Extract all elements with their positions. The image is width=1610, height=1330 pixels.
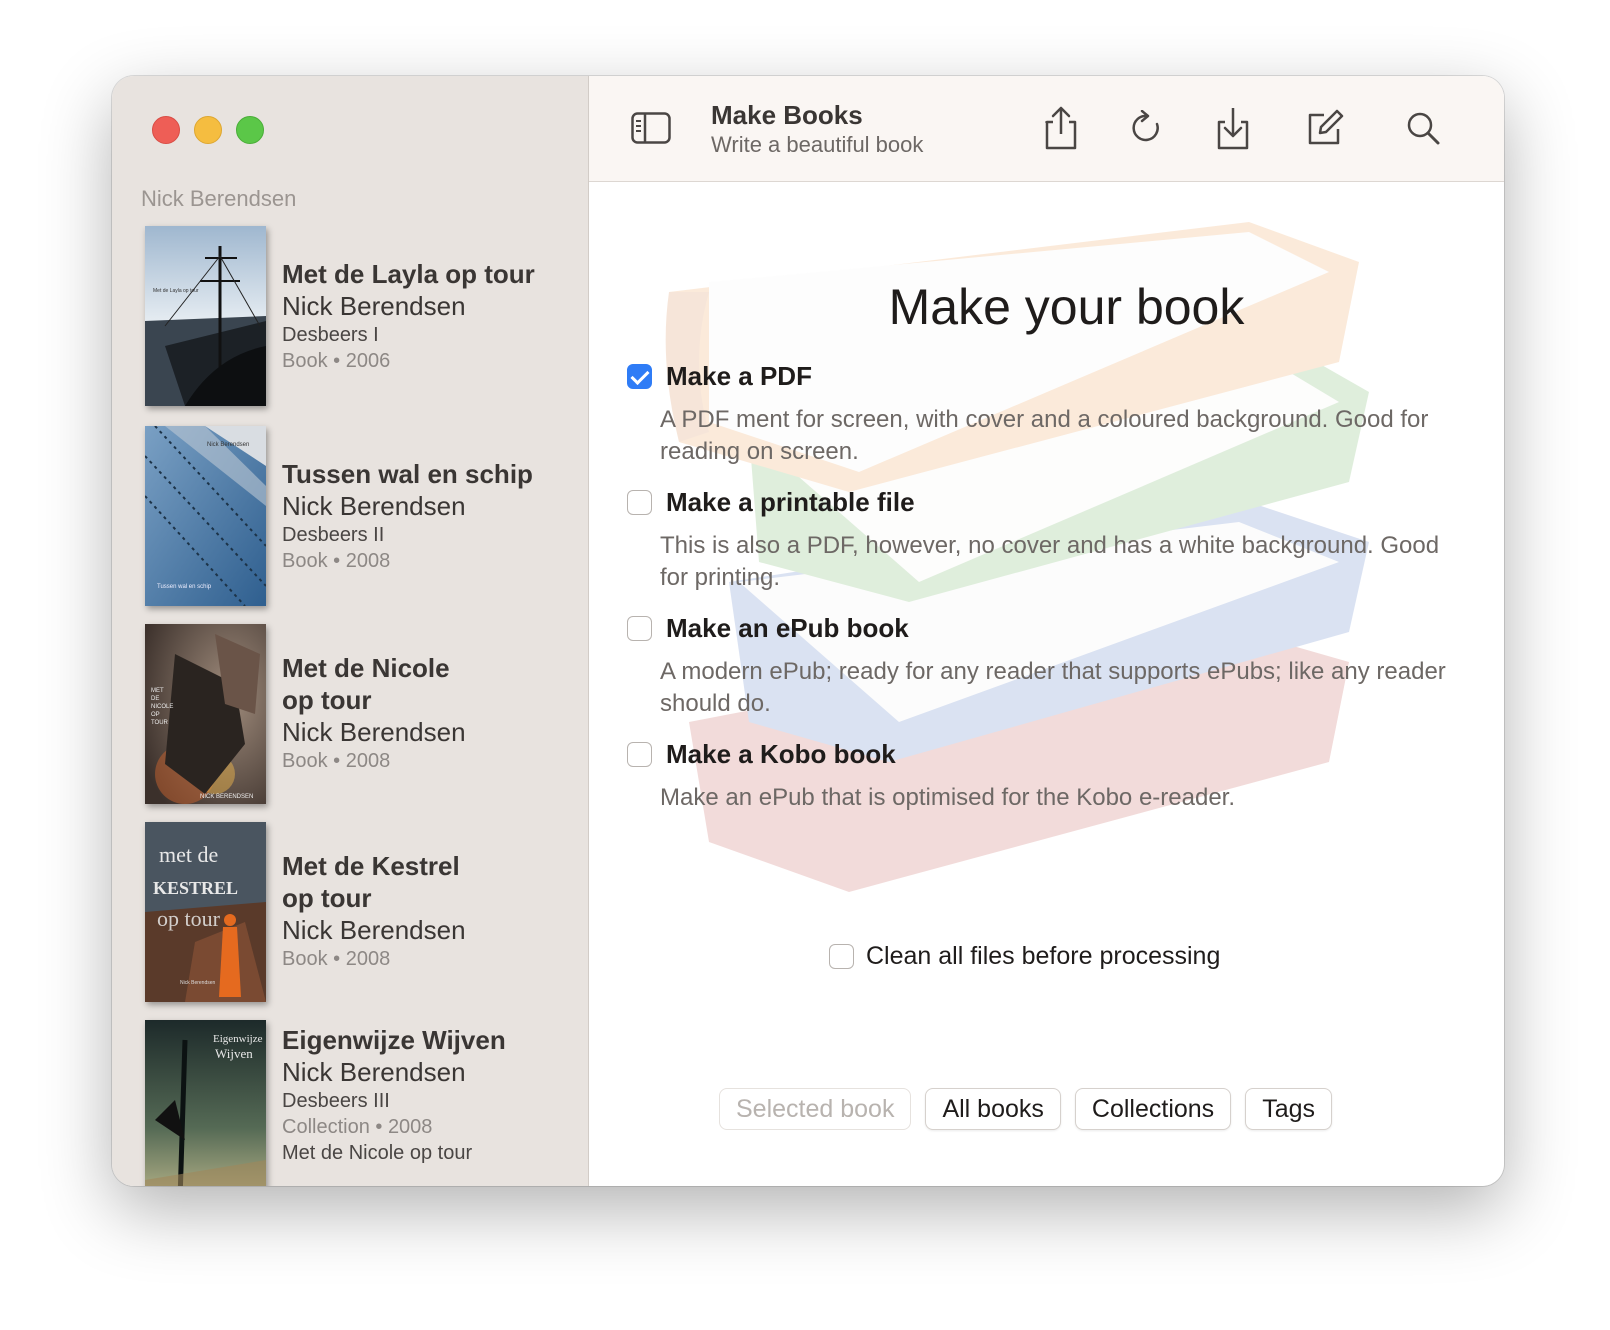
page-heading: Make your book [888, 279, 1245, 335]
book-title-line2: op tour [282, 685, 372, 715]
option-description: This is also a PDF, however, no cover an… [660, 532, 1440, 591]
segment-all-books[interactable]: All books [925, 1088, 1061, 1130]
segment-tags[interactable]: Tags [1245, 1088, 1332, 1130]
book-info: Eigenwijze Wijven Nick Berendsen Desbeer… [282, 1024, 506, 1166]
clean-files-label: Clean all files before processing [866, 942, 1221, 970]
book-item-kestrel[interactable]: met de KESTREL op tour Nick Berendsen Me… [145, 822, 585, 1002]
minimize-window-button[interactable] [194, 116, 222, 144]
cover-line: NICOLE [151, 704, 173, 710]
cover-line: op tour [157, 906, 221, 931]
book-info: Tussen wal en schip Nick Berendsen Desbe… [282, 458, 533, 574]
cover-line: KESTREL [153, 878, 238, 898]
sidebar-section-label: Nick Berendsen [141, 186, 297, 211]
cover-line: met de [159, 842, 218, 867]
sidebar: Nick Berendsen Met de Layla op tour Met … [112, 76, 589, 1186]
book-series: Desbeers III [282, 1090, 390, 1112]
app-subtitle: Write a beautiful book [711, 132, 924, 157]
book-cover: met de KESTREL op tour Nick Berendsen [145, 822, 266, 1002]
option-label: Make a PDF [666, 361, 812, 391]
book-title: Tussen wal en schip [282, 459, 533, 489]
close-window-button[interactable] [152, 116, 180, 144]
toolbar: Make Books Write a beautiful book [589, 76, 1504, 182]
book-item-eigenwijze[interactable]: Eigenwijze Wijven Eigenwijze Wijven Nick… [145, 1020, 585, 1186]
share-icon[interactable] [1039, 106, 1083, 150]
content-area: Make your book Make a PDF A PDF ment for… [589, 182, 1504, 1186]
sidebar-toggle-icon[interactable] [629, 106, 673, 150]
book-author: Nick Berendsen [282, 717, 466, 747]
book-cover: Nick Berendsen Tussen wal en schip [145, 426, 266, 606]
clean-files-checkbox[interactable] [829, 944, 854, 969]
compose-icon[interactable] [1303, 106, 1347, 150]
book-cover: MET DE NICOLE OP TOUR NICK BERENDSEN [145, 624, 266, 804]
scope-segmented-control: Selected book All books Collections Tags [719, 1088, 1332, 1130]
main-pane: Make Books Write a beautiful book Make y… [589, 76, 1504, 1186]
download-icon[interactable] [1211, 106, 1255, 150]
segment-collections[interactable]: Collections [1074, 1088, 1232, 1130]
book-extra: Met de Nicole op tour [282, 1142, 473, 1164]
book-meta: Book • 2008 [282, 750, 391, 772]
book-item-layla[interactable]: Met de Layla op tour Met de Layla op tou… [145, 226, 585, 406]
book-title-line2: op tour [282, 883, 372, 913]
search-icon[interactable] [1401, 106, 1445, 150]
book-meta: Book • 2006 [282, 350, 391, 372]
book-author: Nick Berendsen [282, 291, 466, 321]
book-meta: Collection • 2008 [282, 1116, 433, 1138]
book-meta: Book • 2008 [282, 550, 391, 572]
book-series: Desbeers II [282, 524, 385, 546]
window-controls [152, 116, 264, 144]
cover-author: Nick Berendsen [180, 980, 216, 986]
app-title: Make Books [711, 100, 863, 130]
book-info: Met de Kestrel op tour Nick Berendsen Bo… [282, 850, 466, 972]
book-series: Desbeers I [282, 324, 379, 346]
kobo-checkbox[interactable] [627, 742, 652, 767]
cover-title: Tussen wal en schip [157, 584, 212, 590]
option-description: A modern ePub; ready for any reader that… [660, 658, 1446, 717]
book-info: Met de Nicole op tour Nick Berendsen Boo… [282, 652, 466, 774]
epub-checkbox[interactable] [627, 616, 652, 641]
cover-line: Eigenwijze [213, 1033, 263, 1045]
pdf-checkbox[interactable] [627, 364, 652, 389]
book-item-tussen[interactable]: Nick Berendsen Tussen wal en schip Tusse… [145, 426, 585, 606]
cover-line: OP [151, 712, 160, 718]
option-label: Make an ePub book [666, 613, 909, 643]
book-title: Met de Layla op tour [282, 259, 535, 289]
option-label: Make a Kobo book [666, 739, 896, 769]
book-cover: Met de Layla op tour [145, 226, 266, 406]
book-meta: Book • 2008 [282, 948, 391, 970]
cover-author: NICK BERENDSEN [200, 794, 253, 800]
book-cover: Eigenwijze Wijven [145, 1020, 266, 1186]
cover-author: Nick Berendsen [207, 442, 249, 448]
book-title-line1: Met de Nicole [282, 653, 450, 683]
cover-caption: Met de Layla op tour [153, 288, 199, 294]
refresh-icon[interactable] [1125, 106, 1169, 150]
cover-line: DE [151, 696, 159, 702]
book-author: Nick Berendsen [282, 915, 466, 945]
book-info: Met de Layla op tour Nick Berendsen Desb… [282, 258, 535, 374]
option-description: Make an ePub that is optimised for the K… [660, 784, 1236, 811]
book-title: Eigenwijze Wijven [282, 1025, 506, 1055]
zoom-window-button[interactable] [236, 116, 264, 144]
book-author: Nick Berendsen [282, 491, 466, 521]
option-description: A PDF ment for screen, with cover and a … [660, 406, 1429, 465]
app-window: Nick Berendsen Met de Layla op tour Met … [112, 76, 1504, 1186]
option-label: Make a printable file [666, 487, 915, 517]
book-item-nicole[interactable]: MET DE NICOLE OP TOUR NICK BERENDSEN Met… [145, 624, 585, 804]
printable-checkbox[interactable] [627, 490, 652, 515]
segment-selected-book[interactable]: Selected book [719, 1088, 912, 1130]
cover-line: MET [151, 688, 164, 694]
book-title-line1: Met de Kestrel [282, 851, 460, 881]
cover-line: TOUR [151, 720, 169, 726]
book-author: Nick Berendsen [282, 1057, 466, 1087]
cover-line: Wijven [215, 1046, 253, 1061]
